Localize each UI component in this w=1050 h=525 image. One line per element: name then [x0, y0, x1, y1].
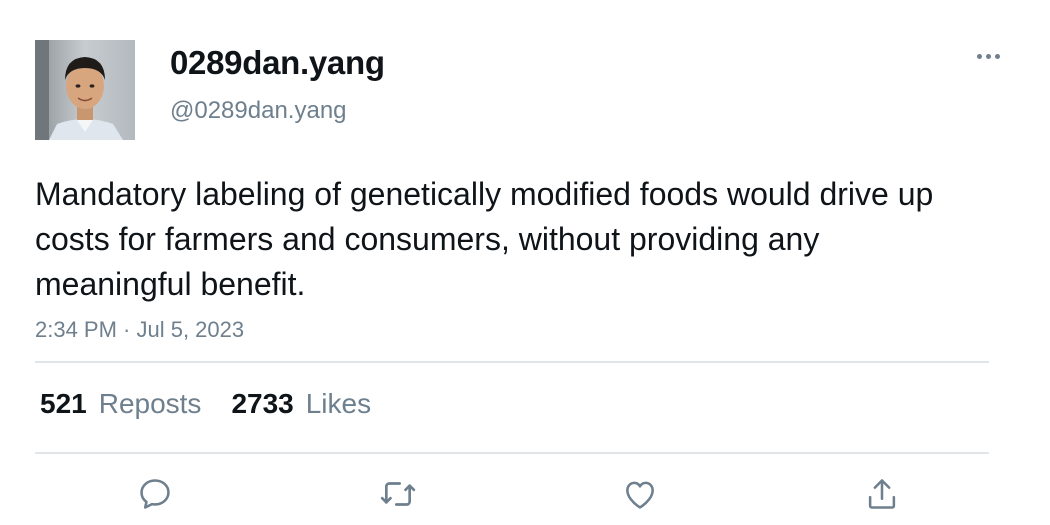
- share-icon: [868, 479, 896, 509]
- share-button[interactable]: [862, 474, 902, 514]
- reposts-count: 521: [40, 388, 87, 419]
- reply-button[interactable]: [135, 474, 175, 514]
- reply-icon: [140, 479, 170, 509]
- more-horizontal-icon: [976, 53, 982, 59]
- divider: [35, 361, 989, 363]
- avatar-image: [35, 40, 135, 140]
- likes-count: 2733: [231, 388, 294, 419]
- display-name[interactable]: 0289dan.yang: [170, 44, 385, 82]
- tweet-stats: 521 Reposts 2733 Likes: [40, 388, 401, 420]
- repost-button[interactable]: [378, 474, 418, 514]
- tweet-timestamp[interactable]: 2:34 PM · Jul 5, 2023: [35, 317, 244, 343]
- likes-label: Likes: [305, 388, 372, 419]
- like-button[interactable]: [620, 474, 660, 514]
- more-options-button[interactable]: [968, 44, 1008, 68]
- heart-icon: [626, 481, 654, 509]
- tweet-text: Mandatory labeling of genetically modifi…: [35, 176, 934, 302]
- divider: [35, 452, 989, 454]
- avatar[interactable]: [35, 40, 135, 140]
- more-horizontal-icon-dot: [994, 53, 1000, 59]
- reposts-stat[interactable]: 521 Reposts: [40, 388, 201, 420]
- user-handle[interactable]: @0289dan.yang: [170, 97, 347, 125]
- reposts-label: Reposts: [98, 388, 202, 419]
- repost-icon: [380, 482, 416, 506]
- more-horizontal-icon-dot: [985, 53, 991, 59]
- tweet-card: 0289dan.yang @0289dan.yang Mandatory lab…: [0, 0, 1050, 525]
- likes-stat[interactable]: 2733 Likes: [231, 388, 371, 420]
